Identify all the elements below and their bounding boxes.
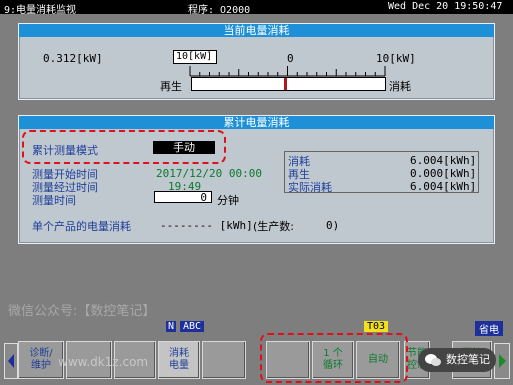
consumption-value: 6.004[kWh]	[410, 154, 477, 167]
watermark: 微信公众号:【数控笔记】	[8, 304, 156, 319]
softkey-consumption[interactable]: 消耗 电量	[158, 341, 200, 379]
arrow-right-icon	[499, 354, 506, 368]
softkey-consumption-label: 消耗 电量	[169, 348, 189, 371]
consume-label: 消耗	[389, 80, 411, 93]
production-value: 0)	[326, 219, 340, 232]
per-product-label: 单个产品的电量消耗	[32, 220, 131, 233]
minutes-unit: 分钟	[217, 194, 239, 207]
site-watermark: www.dk1z.com	[58, 355, 149, 369]
current-power-value: 0.312[kW]	[43, 52, 103, 65]
wechat-icon	[425, 354, 441, 366]
mode-abc-indicator: ABC	[180, 321, 205, 332]
power-meter-needle	[284, 78, 288, 90]
regen-total-value: 0.000[kWh]	[410, 167, 477, 180]
softkey-diagnosis-label: 诊断/ 维护	[29, 348, 53, 371]
arrow-left-icon	[8, 354, 14, 368]
power-scale-ticks	[189, 66, 386, 77]
highlight-mode	[22, 130, 226, 164]
wechat-badge: 数控笔记	[418, 348, 496, 372]
power-meter-bar	[191, 77, 386, 91]
wechat-badge-label: 数控笔记	[446, 353, 490, 366]
highlight-cycle-keys	[260, 333, 408, 383]
scale-left-label: 10[kW]	[176, 51, 213, 62]
measure-time-input[interactable]: 0	[154, 191, 212, 204]
mode-n-indicator: N	[166, 321, 177, 332]
regen-label: 再生	[160, 80, 182, 93]
measure-time-label: 测量时间	[32, 194, 76, 207]
tool-indicator: T03	[364, 321, 389, 332]
production-label: (生产数:	[253, 220, 294, 233]
accumulated-title: 累计电量消耗	[19, 116, 494, 129]
softkey-blank-3[interactable]	[202, 341, 246, 379]
actual-label: 实际消耗	[288, 181, 332, 194]
power-save-indicator: 省电	[475, 321, 503, 336]
per-product-value: -------- [kWh]	[160, 219, 253, 232]
title-bar: 9:电量消耗监视 程序: O2000 Wed Dec 20 19:50:47	[0, 0, 513, 16]
softkey-prev-arrow[interactable]	[4, 343, 18, 379]
actual-value: 6.004[kWh]	[410, 180, 477, 193]
datetime: Wed Dec 20 19:50:47	[388, 1, 503, 12]
current-power-title: 当前电量消耗	[19, 24, 494, 37]
program-number: 程序: O2000	[188, 5, 251, 16]
scale-left-box: 10[kW]	[173, 50, 217, 64]
screen-title: 9:电量消耗监视	[4, 5, 77, 16]
start-time-value: 2017/12/20 00:00	[156, 167, 262, 180]
softkey-next-arrow[interactable]	[494, 343, 510, 379]
